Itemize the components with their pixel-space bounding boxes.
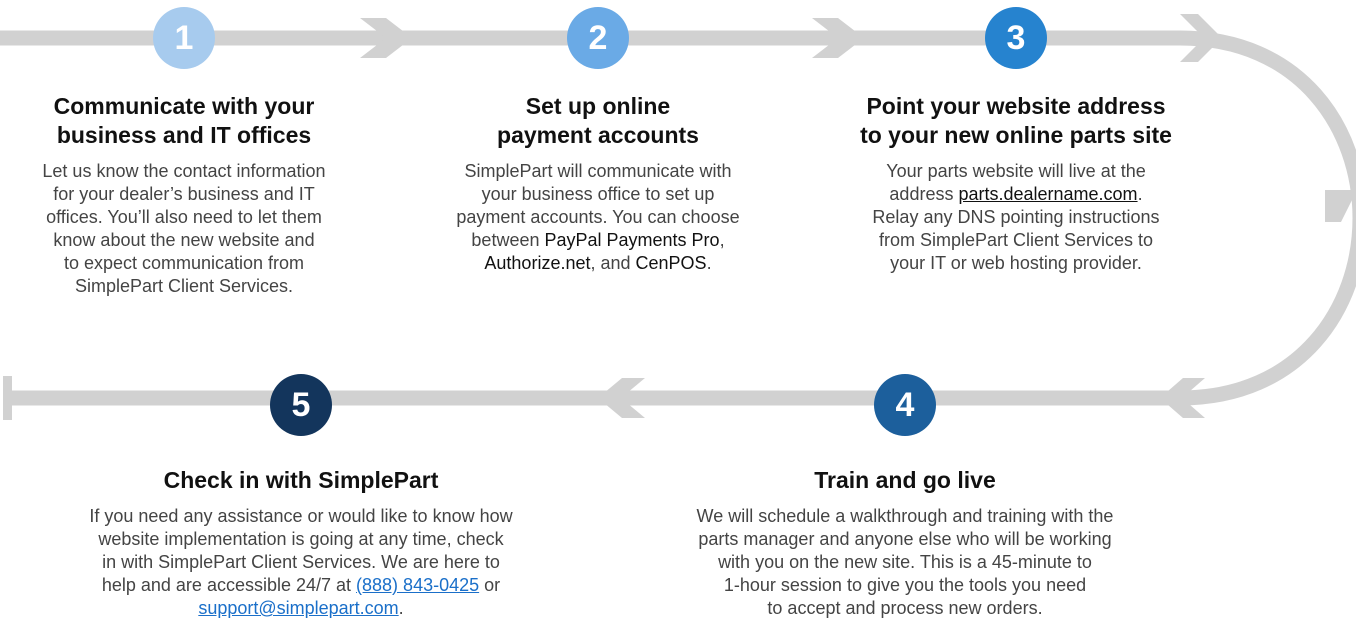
step-5-title: Check in with SimplePart (163, 467, 439, 493)
step-5-circle: 5 (270, 374, 332, 436)
step-4-body: We will schedule a walkthrough and train… (696, 506, 1114, 618)
step-2-title: Set up online payment accounts (497, 93, 699, 148)
step-3-body: Your parts website will live at the addr… (872, 161, 1160, 273)
step-1-body: Let us know the contact information for … (42, 161, 326, 296)
step-3: Point your website address to your new o… (828, 92, 1204, 275)
step-4: Train and go live We will schedule a wal… (690, 466, 1120, 620)
step-2: Set up online payment accounts SimplePar… (418, 92, 778, 275)
step-1: Communicate with your business and IT of… (0, 92, 368, 298)
step-1-title: Communicate with your business and IT of… (53, 93, 315, 148)
step-2-body: SimplePart will communicate with your bu… (456, 161, 740, 273)
step-5: Check in with SimplePart If you need any… (85, 466, 517, 620)
step-3-title: Point your website address to your new o… (860, 93, 1172, 148)
step-5-body: If you need any assistance or would like… (89, 506, 513, 618)
support-phone-link[interactable]: (888) 843-0425 (356, 575, 479, 595)
track-end-bar (3, 376, 12, 420)
authorize-label: Authorize.net (484, 253, 591, 273)
dealer-address-link[interactable]: parts.dealername.com (958, 184, 1137, 204)
support-email-link[interactable]: support@simplepart.com (198, 598, 398, 618)
cenpos-label: CenPOS (635, 253, 707, 273)
paypal-label: PayPal Payments Pro (544, 230, 720, 250)
step-4-circle: 4 (874, 374, 936, 436)
step-3-circle: 3 (985, 7, 1047, 69)
step-1-circle: 1 (153, 7, 215, 69)
step-2-circle: 2 (567, 7, 629, 69)
chevron-down-curve (1325, 190, 1356, 222)
step-4-title: Train and go live (814, 467, 996, 493)
